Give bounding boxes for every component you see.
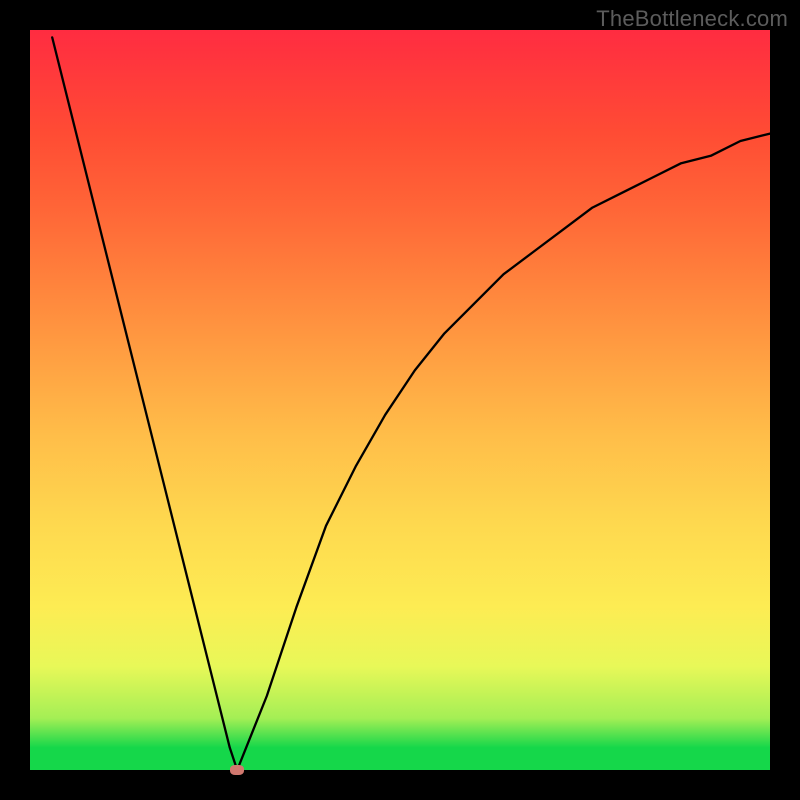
minimum-marker [230, 765, 244, 775]
plot-area [30, 30, 770, 770]
bottleneck-curve [30, 30, 770, 770]
chart-frame: TheBottleneck.com [0, 0, 800, 800]
watermark-text: TheBottleneck.com [596, 6, 788, 32]
